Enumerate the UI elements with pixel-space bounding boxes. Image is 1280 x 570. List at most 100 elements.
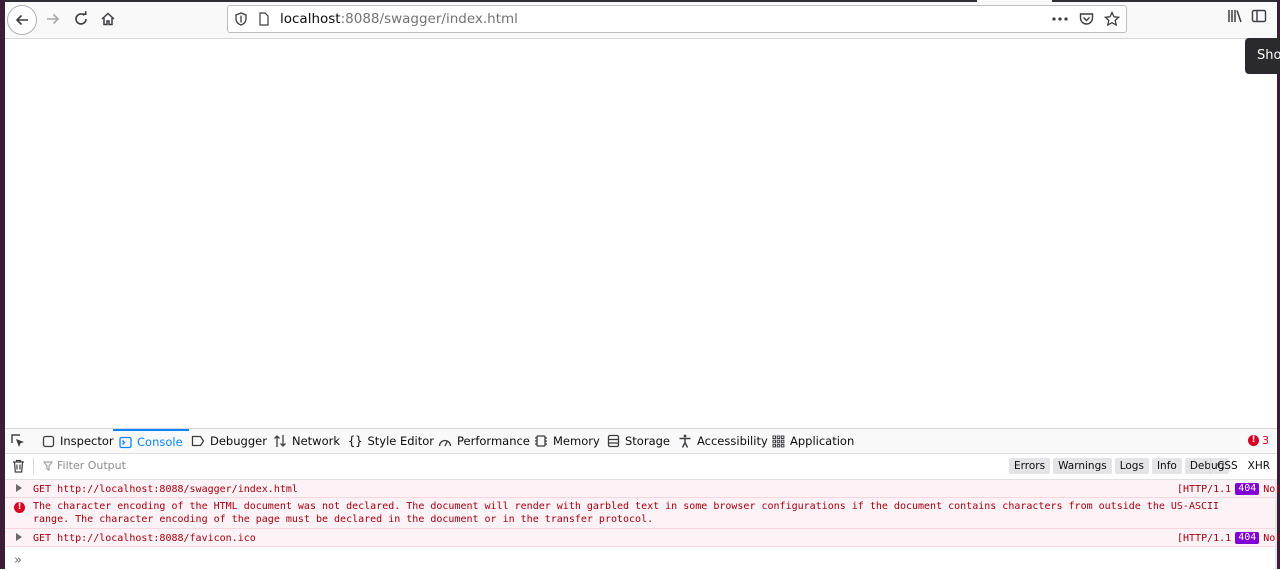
- tab-memory-label: Memory: [553, 434, 600, 448]
- tab-accessibility-label: Accessibility: [697, 434, 768, 448]
- accessibility-icon: [679, 434, 691, 448]
- reload-icon: [75, 11, 87, 25]
- console-prompt-icon[interactable]: »: [14, 553, 22, 568]
- arrow-left-icon: [15, 14, 28, 26]
- devtools-panel: Inspector Console Debugger Network {} St…: [5, 428, 1280, 570]
- url-path: :8088/swagger/index.html: [340, 11, 518, 27]
- console-icon: [119, 436, 132, 448]
- toolbar-tooltip: Sho: [1245, 38, 1280, 74]
- message-text: The character encoding of the HTML docum…: [33, 501, 1220, 525]
- tab-debugger-label: Debugger: [210, 434, 267, 448]
- tab-performance-label: Performance: [457, 434, 530, 448]
- browser-toolbar: localhost:8088/swagger/index.html: [5, 0, 1277, 39]
- tab-accessibility[interactable]: Accessibility: [678, 429, 768, 453]
- filter-xhr-button[interactable]: XHR: [1248, 458, 1270, 474]
- tab-console[interactable]: Console: [113, 429, 189, 453]
- log-level-filters: Errors Warnings Logs Info Debug: [1009, 458, 1230, 474]
- url-host: localhost: [280, 11, 341, 27]
- error-icon: !: [1248, 435, 1259, 446]
- tab-memory[interactable]: Memory: [534, 429, 600, 453]
- element-picker-button[interactable]: [10, 433, 26, 449]
- star-icon: [1104, 11, 1120, 27]
- filter-logs-button[interactable]: Logs: [1114, 458, 1149, 474]
- filter-errors-button[interactable]: Errors: [1009, 458, 1051, 474]
- url-bar[interactable]: localhost:8088/swagger/index.html: [227, 5, 1127, 33]
- status-code-badge: 404: [1235, 483, 1260, 495]
- filter-css-button[interactable]: CSS: [1217, 458, 1238, 474]
- style-editor-icon: {}: [348, 434, 363, 448]
- devtools-tabbar: Inspector Console Debugger Network {} St…: [5, 429, 1277, 454]
- filter-placeholder: Filter Output: [57, 459, 126, 472]
- filter-icon: [43, 461, 53, 471]
- sidebar-button[interactable]: [1251, 8, 1267, 27]
- tab-application[interactable]: Application: [772, 429, 854, 453]
- trash-icon: [13, 459, 24, 473]
- console-message[interactable]: GET http://localhost:8088/swagger/index.…: [5, 480, 1280, 498]
- status-code-badge: 404: [1235, 532, 1260, 544]
- expand-arrow-icon[interactable]: [16, 484, 22, 492]
- tab-storage[interactable]: Storage: [607, 429, 670, 453]
- message-text: GET http://localhost:8088/swagger/index.…: [33, 484, 298, 495]
- console-message[interactable]: ! The character encoding of the HTML doc…: [5, 498, 1277, 529]
- home-icon: [101, 12, 115, 26]
- filter-info-button[interactable]: Info: [1151, 458, 1182, 474]
- tab-inspector[interactable]: Inspector: [42, 429, 114, 453]
- pocket-button[interactable]: [1076, 9, 1096, 29]
- http-version: [HTTP/1.1: [1177, 532, 1232, 544]
- page-info-icon[interactable]: [254, 12, 274, 26]
- request-type-filters: CSS XHR: [1217, 458, 1270, 474]
- back-button[interactable]: [7, 5, 37, 35]
- url-text[interactable]: localhost:8088/swagger/index.html: [280, 11, 518, 27]
- reload-button[interactable]: [67, 5, 95, 33]
- home-button[interactable]: [94, 5, 122, 33]
- arrow-right-icon: [47, 13, 60, 25]
- browser-window: localhost:8088/swagger/index.html Sho In…: [5, 0, 1280, 570]
- application-icon: [772, 435, 785, 447]
- storage-icon: [607, 434, 620, 448]
- expand-arrow-icon[interactable]: [16, 533, 22, 541]
- debugger-icon: [191, 435, 205, 447]
- tab-console-label: Console: [137, 435, 183, 449]
- tab-style-editor[interactable]: {} Style Editor: [348, 429, 434, 453]
- filter-warnings-button[interactable]: Warnings: [1053, 458, 1112, 474]
- forward-button[interactable]: [39, 5, 67, 33]
- error-count-badge[interactable]: ! 3: [1248, 434, 1269, 447]
- separator: [1210, 458, 1211, 474]
- error-count: 3: [1262, 434, 1269, 447]
- clear-console-button[interactable]: [12, 459, 25, 476]
- pocket-icon: [1079, 13, 1093, 25]
- inspector-icon: [42, 435, 55, 447]
- http-version: [HTTP/1.1: [1177, 483, 1232, 495]
- console-filter-bar: Filter Output Errors Warnings Logs Info …: [5, 454, 1277, 480]
- bookmark-star-button[interactable]: [1102, 9, 1122, 29]
- memory-icon: [535, 435, 547, 447]
- error-icon: !: [14, 502, 25, 513]
- tab-inspector-label: Inspector: [60, 434, 114, 448]
- request-status: [HTTP/1.1 404 Not: [1177, 483, 1280, 495]
- performance-icon: [438, 439, 452, 446]
- tab-strip-edge: [1052, 0, 1277, 2]
- tab-debugger[interactable]: Debugger: [191, 429, 267, 453]
- filter-output-input[interactable]: Filter Output: [43, 459, 126, 472]
- library-button[interactable]: [1227, 8, 1243, 27]
- page-actions-button[interactable]: [1050, 9, 1070, 29]
- request-status: [HTTP/1.1 404 Not: [1177, 532, 1280, 544]
- message-text: GET http://localhost:8088/favicon.ico: [33, 533, 256, 544]
- library-icon: [1228, 10, 1242, 23]
- tracking-shield-icon[interactable]: [231, 12, 251, 26]
- tab-style-editor-label: Style Editor: [367, 434, 435, 448]
- toolbar-right: [1227, 8, 1267, 27]
- status-text: Not: [1263, 532, 1280, 544]
- separator: [33, 458, 34, 474]
- tab-network[interactable]: Network: [273, 429, 340, 453]
- tab-application-label: Application: [790, 434, 855, 448]
- tab-storage-label: Storage: [625, 434, 670, 448]
- url-actions: [1050, 6, 1122, 32]
- console-scrollbar[interactable]: [1275, 479, 1277, 569]
- ellipsis-icon: [1052, 17, 1068, 21]
- network-icon: [274, 435, 286, 447]
- tab-network-label: Network: [292, 434, 341, 448]
- tab-performance[interactable]: Performance: [438, 429, 530, 453]
- element-picker-icon: [11, 434, 24, 447]
- console-message[interactable]: GET http://localhost:8088/favicon.ico [H…: [5, 529, 1280, 547]
